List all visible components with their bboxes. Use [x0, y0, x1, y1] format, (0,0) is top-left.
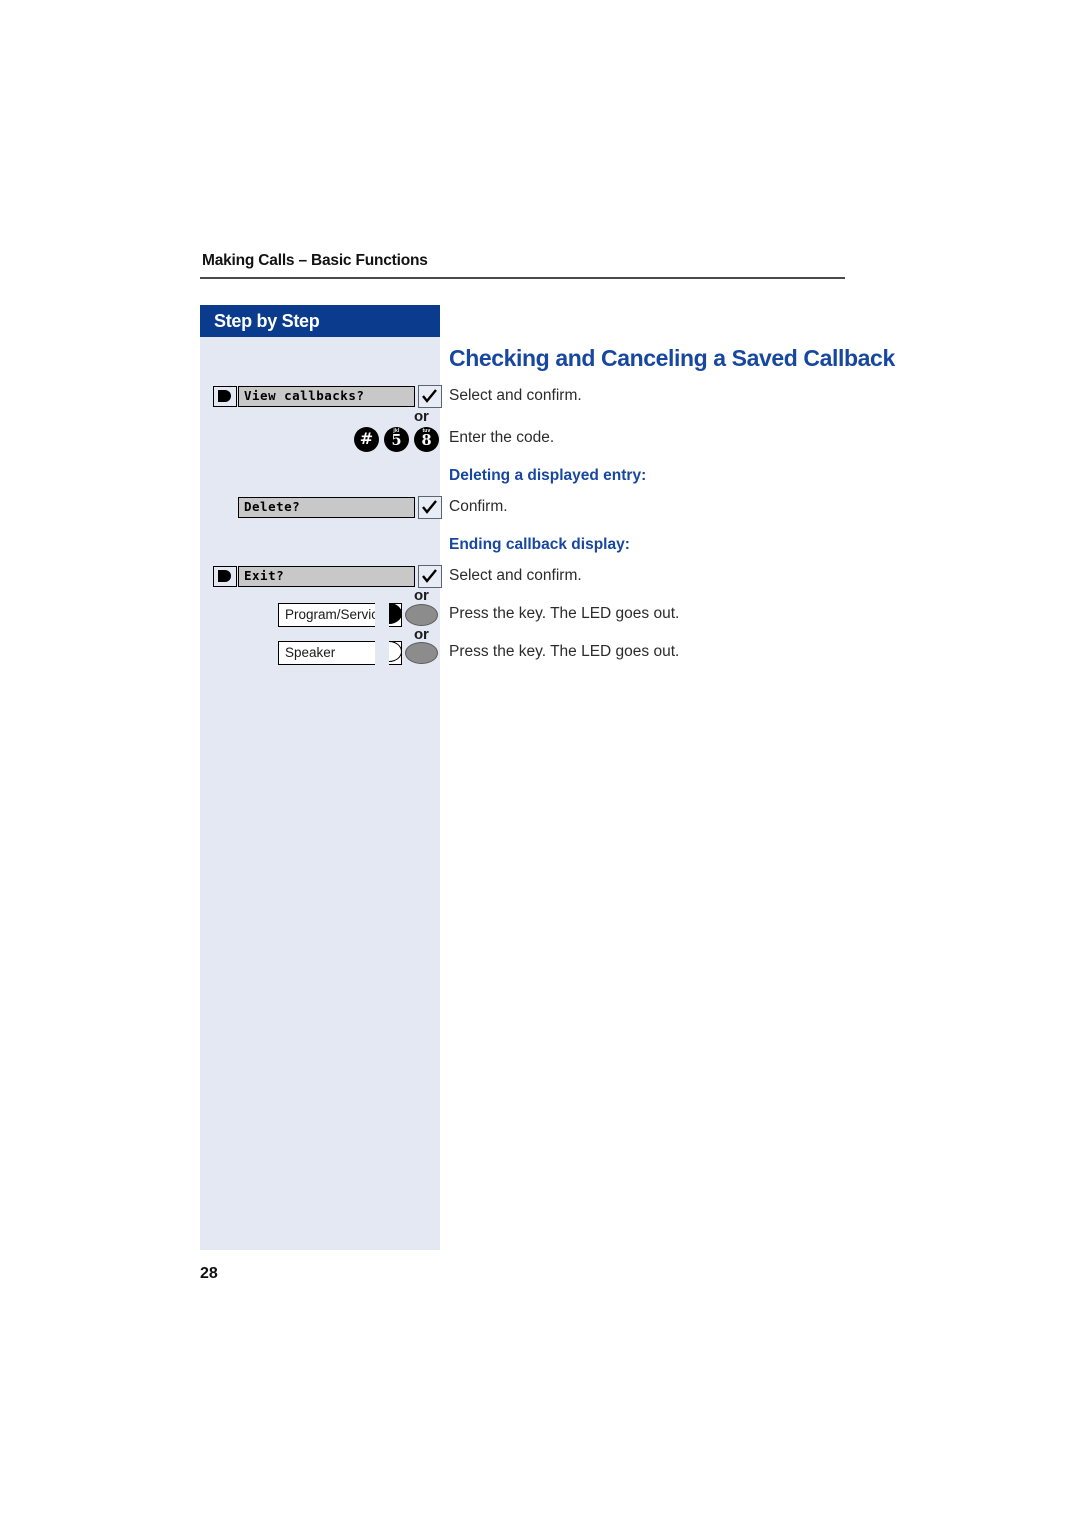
select-arrow-icon[interactable]: [213, 566, 237, 587]
display-text-exit: Exit?: [238, 566, 415, 587]
or-separator-1: or: [414, 408, 429, 425]
step-by-step-label: Step by Step: [214, 311, 320, 331]
or-separator-2: or: [414, 587, 429, 604]
page-number: 28: [200, 1265, 218, 1282]
select-arrow-icon[interactable]: [213, 386, 237, 407]
hardware-key-button-speaker[interactable]: [405, 642, 438, 664]
softkey-row-exit: Exit?: [213, 565, 442, 588]
display-text-view-callbacks: View callbacks?: [238, 386, 415, 407]
instruction-press-key-1: Press the key. The LED goes out.: [449, 605, 680, 622]
softkey-row-delete: Delete?: [213, 496, 442, 519]
hardware-key-row-speaker: Speaker: [278, 639, 438, 667]
subheading-ending-callback: Ending callback display:: [449, 536, 630, 553]
header-rule: [200, 277, 845, 279]
instruction-press-key-2: Press the key. The LED goes out.: [449, 643, 680, 660]
keypad-key-hash[interactable]: #: [354, 427, 379, 452]
hardware-key-row-program-service: Program/Service: [278, 601, 438, 629]
instruction-select-confirm-2: Select and confirm.: [449, 567, 582, 584]
keypad-key-hash-digit: #: [359, 429, 374, 448]
step-by-step-header: Step by Step: [200, 305, 440, 337]
checkmark-icon[interactable]: [418, 385, 442, 408]
hardware-key-button-program-service[interactable]: [405, 604, 438, 626]
softkey-row-view-callbacks: View callbacks?: [213, 385, 442, 408]
keypad-key-8-digit: 8: [421, 432, 432, 449]
document-page: Making Calls – Basic Functions Step by S…: [0, 0, 1080, 1527]
instruction-select-confirm-1: Select and confirm.: [449, 387, 582, 404]
instruction-confirm: Confirm.: [449, 498, 508, 515]
led-indicator-program-service: [375, 601, 402, 629]
keypad-key-8[interactable]: tuv 8: [414, 427, 439, 452]
running-head: Making Calls – Basic Functions: [202, 252, 428, 269]
checkmark-icon[interactable]: [418, 565, 442, 588]
checkmark-icon[interactable]: [418, 496, 442, 519]
subheading-deleting-entry: Deleting a displayed entry:: [449, 467, 647, 484]
instruction-enter-code: Enter the code.: [449, 429, 555, 446]
keypad-key-5-digit: 5: [391, 432, 402, 449]
keypad-code: # jkl 5 tuv 8: [354, 427, 440, 453]
page-title: Checking and Canceling a Saved Callback: [449, 345, 895, 371]
led-indicator-speaker: [375, 639, 402, 667]
display-text-delete: Delete?: [238, 497, 415, 518]
keypad-key-5[interactable]: jkl 5: [384, 427, 409, 452]
